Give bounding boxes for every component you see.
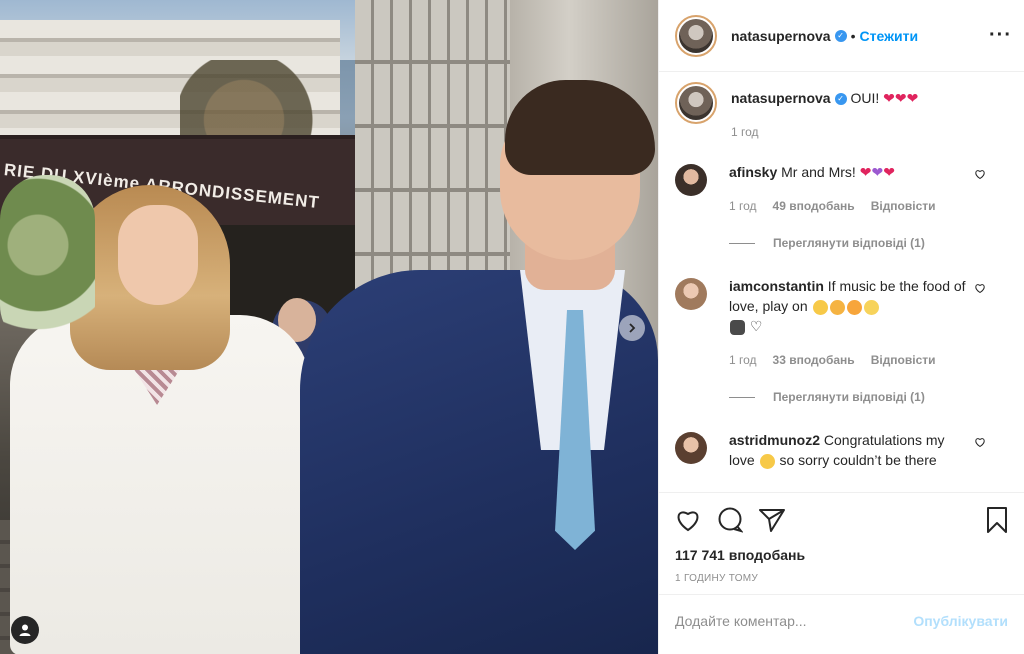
comment-likes[interactable]: 33 вподобань: [773, 350, 855, 370]
more-options-icon[interactable]: ···: [989, 24, 1012, 47]
heart-emoji: ❤: [894, 90, 907, 106]
verified-badge-icon: ✓: [834, 29, 847, 42]
red-heart-emoji: ❤: [883, 164, 895, 180]
comment-item: iamconstantin If music be the food of lo…: [675, 276, 1008, 370]
comment-bar: Опублікувати: [659, 594, 1024, 646]
avatar[interactable]: [675, 14, 717, 57]
comment-username[interactable]: afinsky: [729, 164, 777, 180]
share-icon[interactable]: [759, 508, 785, 532]
zany-face-emoji: [812, 299, 828, 315]
heart-eyes-emoji: [759, 453, 775, 469]
post-photo[interactable]: RIE DU XVIème ARRONDISSEMENT: [0, 0, 658, 654]
like-comment-heart-icon[interactable]: [974, 282, 986, 294]
heart-icon[interactable]: [675, 508, 701, 532]
likes-count[interactable]: 117 741 вподобань: [675, 547, 1008, 563]
comment-likes[interactable]: 49 вподобань: [773, 196, 855, 216]
comment-input[interactable]: [675, 612, 914, 629]
caption: natasupernova ✓ OUI! ❤❤❤ 1 год: [675, 82, 1008, 142]
view-replies-label: Переглянути відповіді (1): [773, 236, 925, 250]
next-photo-button[interactable]: [619, 315, 645, 341]
star-struck-emoji: [846, 299, 862, 315]
view-replies-label: Переглянути відповіді (1): [773, 390, 925, 404]
comment-item: afinsky Mr and Mrs! ❤❤❤ 1 год 49 вподоба…: [675, 162, 1008, 216]
bouquet: [0, 175, 95, 350]
purple-heart-emoji: ❤: [871, 164, 884, 180]
divider: [729, 242, 755, 244]
comment-text: Mr and Mrs!: [781, 164, 856, 180]
comment-icon[interactable]: [717, 507, 743, 533]
reply-button[interactable]: Відповісти: [871, 196, 936, 216]
caption-text: OUI!: [850, 90, 880, 106]
bookmark-icon[interactable]: [986, 507, 1008, 533]
heart-emoji: ❤: [883, 90, 895, 106]
view-replies-button[interactable]: Переглянути відповіді (1): [729, 236, 1008, 250]
post-comment-button[interactable]: Опублікувати: [913, 613, 1008, 629]
red-heart-emoji: ❤: [859, 164, 872, 180]
tears-of-joy-emoji: [863, 299, 879, 315]
heart-emoji: ❤: [906, 90, 919, 106]
comment-username[interactable]: astridmunoz2: [729, 432, 820, 448]
header-username[interactable]: natasupernova: [731, 28, 831, 44]
chevron-right-icon: [629, 323, 636, 333]
comment-item: astridmunoz2 Congratulations my love so …: [675, 430, 1008, 470]
avatar[interactable]: [675, 164, 707, 196]
view-replies-button[interactable]: Переглянути відповіді (1): [729, 390, 1008, 404]
comment-text-continued: so sorry couldn’t be there: [779, 452, 937, 468]
comment-time[interactable]: 1 год: [729, 196, 757, 216]
caption-username[interactable]: natasupernova: [731, 90, 831, 106]
post-actions: 117 741 вподобань 1 ГОДИНУ ТОМУ Опубліку…: [659, 492, 1024, 650]
user-tag-icon: [19, 624, 31, 636]
bride-face: [118, 205, 198, 305]
caption-time[interactable]: 1 год: [731, 122, 759, 142]
smiling-face-with-hearts-emoji: [829, 299, 845, 315]
tagged-users-button[interactable]: [11, 616, 39, 644]
avatar[interactable]: [675, 82, 717, 124]
like-comment-heart-icon[interactable]: [974, 436, 986, 448]
man-in-tuxedo-emoji: [730, 319, 745, 335]
post-header: natasupernova ✓ • Стежити ···: [659, 0, 1024, 72]
separator: •: [850, 27, 856, 44]
post-time[interactable]: 1 ГОДИНУ ТОМУ: [675, 573, 1008, 584]
reply-button[interactable]: Відповісти: [871, 350, 936, 370]
follow-button[interactable]: Стежити: [860, 28, 919, 44]
avatar[interactable]: [675, 432, 707, 464]
post-side-panel: natasupernova ✓ • Стежити ··· natasupern…: [658, 0, 1024, 654]
like-comment-heart-icon[interactable]: [974, 168, 986, 180]
action-icons: [675, 507, 1008, 533]
divider: [729, 396, 755, 398]
comment-username[interactable]: iamconstantin: [729, 278, 824, 294]
avatar[interactable]: [675, 278, 707, 310]
comments-list[interactable]: natasupernova ✓ OUI! ❤❤❤ 1 год afinsky Mr…: [659, 72, 1024, 492]
verified-badge-icon: ✓: [834, 93, 847, 106]
comment-time[interactable]: 1 год: [729, 350, 757, 370]
white-heart-emoji: ♡: [749, 318, 763, 334]
